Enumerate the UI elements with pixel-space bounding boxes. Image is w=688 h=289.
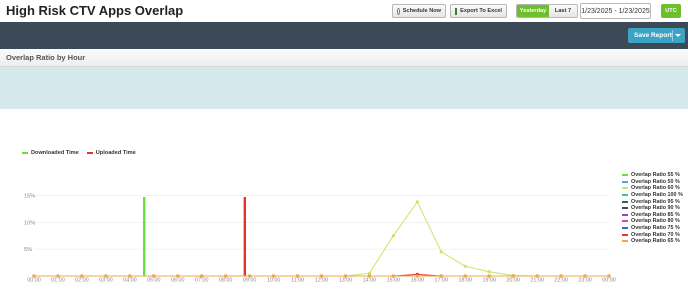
y-tick-label: 10% — [24, 220, 35, 226]
y-tick-label: 15% — [24, 193, 35, 199]
x-tick-label: 10:00 — [267, 278, 281, 284]
x-tick-label: 11:00 — [291, 278, 304, 284]
x-tick-label: 19:00 — [482, 278, 496, 284]
data-point — [80, 274, 84, 278]
data-point — [104, 274, 108, 278]
x-tick-label: 21:00 — [530, 278, 544, 284]
x-tick-label: 13:00 — [339, 278, 353, 284]
data-point — [367, 274, 372, 278]
data-point — [439, 250, 443, 254]
data-point — [511, 274, 515, 278]
data-point — [152, 274, 156, 278]
x-tick-label: 15:00 — [387, 278, 401, 284]
data-point — [559, 274, 563, 278]
x-tick-label: 03:00 — [99, 278, 113, 284]
data-point — [224, 274, 228, 278]
x-tick-label: 09:00 — [243, 278, 257, 284]
x-tick-label: 16:00 — [411, 278, 425, 284]
data-point — [391, 274, 395, 278]
data-point — [271, 274, 276, 278]
data-point — [248, 274, 252, 278]
x-tick-label: 00:00 — [27, 278, 41, 284]
data-point — [439, 274, 443, 278]
data-point — [463, 264, 467, 268]
x-tick-label: 06:00 — [171, 278, 185, 284]
data-point — [319, 274, 324, 278]
data-point — [487, 270, 491, 274]
data-point — [487, 274, 491, 278]
data-point — [32, 274, 36, 278]
x-tick-label: 18:00 — [459, 278, 473, 284]
x-tick-label: 23:00 — [578, 278, 592, 284]
data-point — [343, 274, 348, 278]
x-tick-label: 02:00 — [75, 278, 89, 284]
x-tick-label: 05:00 — [147, 278, 161, 284]
data-point — [200, 274, 204, 278]
data-point — [128, 274, 132, 278]
x-tick-label: 01:00 — [51, 278, 65, 284]
data-point — [391, 234, 395, 238]
data-point — [415, 200, 419, 204]
x-tick-label: 20:00 — [506, 278, 520, 284]
x-tick-label: 22:00 — [554, 278, 568, 284]
event-marker-bar — [243, 197, 247, 276]
data-point — [176, 274, 180, 278]
overlap-ratio-chart: 5% 10% 15% 00:00 01:00 02:00 03:00 04:00 05:00 06… — [24, 193, 616, 284]
data-point — [295, 274, 300, 278]
x-tick-label: 14:00 — [363, 278, 377, 284]
y-tick-label: 5% — [24, 247, 32, 253]
data-point — [56, 274, 60, 278]
series-line — [34, 200, 609, 277]
data-point — [535, 274, 539, 278]
data-point — [607, 274, 611, 278]
x-tick-label: 12:00 — [315, 278, 329, 284]
x-tick-label: 08:00 — [219, 278, 233, 284]
x-tick-label: 00:00 — [602, 278, 616, 284]
data-point — [415, 274, 419, 278]
data-point — [583, 274, 587, 278]
x-tick-label: 17:00 — [435, 278, 449, 284]
x-tick-label: 04:00 — [123, 278, 137, 284]
data-point — [463, 274, 467, 278]
event-marker-bar — [143, 197, 146, 276]
x-tick-label: 07:00 — [195, 278, 209, 284]
